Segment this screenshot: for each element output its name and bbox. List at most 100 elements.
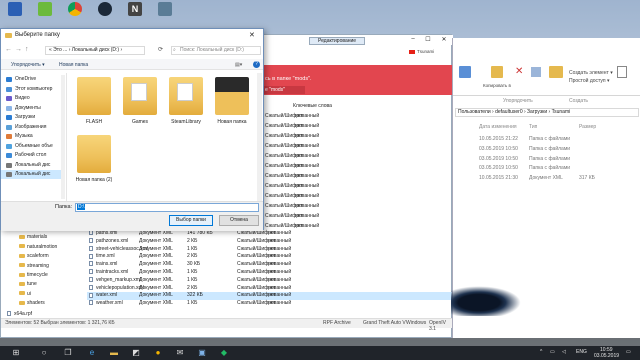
folder-icon[interactable] — [77, 77, 111, 115]
wallpaper-icon[interactable] — [158, 2, 172, 16]
app-icon[interactable]: ◆ — [218, 348, 230, 358]
easy-access-menu[interactable]: Простой доступ ▾ — [569, 78, 610, 84]
properties-icon[interactable] — [617, 66, 627, 78]
folder-field[interactable] — [75, 203, 259, 212]
tab-edit[interactable]: Редактирование — [309, 37, 365, 45]
banner-button[interactable]: е "mods" — [263, 86, 305, 94]
table-row[interactable]: 03.05.2019 10:50 Папка с файлами — [453, 165, 640, 173]
table-row[interactable]: 10.05.2015 21:22 Папка с файлами — [453, 136, 640, 144]
tree-item[interactable]: OneDrive — [1, 75, 63, 84]
table-row[interactable]: Сжатый/Шифрованный нет — [263, 143, 453, 151]
tree-item[interactable]: Локальный дис — [1, 170, 63, 179]
copy-to-icon[interactable] — [491, 66, 503, 78]
up-button[interactable]: ↑ — [25, 46, 29, 53]
tree-item[interactable]: Этот компьютер — [1, 85, 63, 94]
chrome-icon[interactable] — [68, 2, 82, 16]
network-icon[interactable]: ▭ — [550, 349, 555, 355]
view-options-icon[interactable]: ▤▾ — [235, 62, 242, 68]
tree-item[interactable]: Рабочий стол — [1, 151, 63, 160]
table-row[interactable]: vehgen_markup.xml Документ XML 1 КБ Сжатый/… — [87, 277, 453, 285]
column-type[interactable]: Тип — [529, 124, 537, 130]
tree-item[interactable]: Загрузки — [1, 113, 63, 122]
folder-icon[interactable] — [215, 77, 249, 115]
table-row[interactable]: Сжатый/Шифрованный нет — [263, 123, 453, 131]
notifications-icon[interactable]: ▭ — [626, 349, 631, 355]
tree-item[interactable]: materials — [19, 234, 89, 242]
tree-item[interactable]: Документы — [1, 104, 63, 113]
folder-icon[interactable] — [169, 77, 203, 115]
vegas-icon[interactable]: N — [128, 2, 142, 16]
table-row[interactable]: Сжатый/Шифрованный нет — [263, 163, 453, 171]
edge-icon[interactable]: e — [86, 348, 98, 358]
clock-date[interactable]: 03.05.2019 — [594, 353, 619, 359]
table-row[interactable]: paths.xml Документ XML 141 780 КБ Сжатый/Ши… — [87, 230, 453, 238]
table-row[interactable]: trains.xml Документ XML 30 КБ Сжатый/Шифров… — [87, 261, 453, 269]
maximize-button[interactable]: ☐ — [421, 36, 435, 44]
folder-icon[interactable] — [77, 135, 111, 173]
explorer-icon[interactable]: ▬ — [108, 348, 120, 358]
tree-item[interactable]: shaders — [19, 300, 89, 308]
search-icon[interactable]: ○ — [38, 348, 50, 358]
start-button[interactable]: ⊞ — [10, 348, 22, 358]
cancel-button[interactable]: Отмена — [219, 215, 259, 226]
dialog-close-button[interactable]: ✕ — [249, 31, 255, 39]
tree-item[interactable]: Видео — [1, 94, 63, 103]
address-bar[interactable]: Пользователи › defaultuser0 › Загрузки ›… — [455, 108, 639, 117]
new-folder-button[interactable]: Новая папка — [59, 62, 88, 68]
tray-arrow-icon[interactable]: ^ — [540, 349, 542, 355]
openiv-icon[interactable]: ▣ — [196, 348, 208, 358]
tree-item[interactable]: timecycle — [19, 272, 89, 280]
table-row[interactable]: 03.05.2019 10:50 Папка с файлами — [453, 146, 640, 154]
move-icon[interactable] — [459, 66, 471, 78]
table-row[interactable]: Сжатый/Шифрованный нет — [263, 193, 453, 201]
column-date[interactable]: Дата изменения — [479, 124, 517, 130]
tree-item[interactable]: streaming — [19, 263, 89, 271]
tree-scrollbar[interactable] — [61, 75, 65, 199]
table-row[interactable]: traintracks.xml Документ XML 1 КБ Сжатый/Ши… — [87, 269, 453, 277]
table-row[interactable]: Сжатый/Шифрованный нет — [263, 113, 453, 121]
task-view-icon[interactable]: ❐ — [62, 348, 74, 358]
organize-button[interactable]: Упорядочить ▾ — [11, 62, 45, 68]
language-indicator[interactable]: ENG — [576, 349, 587, 355]
volume-icon[interactable]: ◁ — [562, 349, 566, 355]
table-row[interactable]: Сжатый/Шифрованный нет — [263, 153, 453, 161]
table-row[interactable]: Сжатый/Шифрованный нет — [263, 173, 453, 181]
utorrent-icon[interactable] — [38, 2, 52, 16]
store-icon[interactable]: ◩ — [130, 348, 142, 358]
delete-icon[interactable]: ✕ — [515, 67, 523, 77]
table-row[interactable]: pathzones.xml Документ XML 2 КБ Сжатый/Шифр… — [87, 238, 453, 246]
table-row[interactable]: Сжатый/Шифрованный нет — [263, 133, 453, 141]
search-input[interactable]: Поиск: Локальный диск (D:) — [171, 46, 261, 55]
table-row[interactable]: weather.xml Документ XML 1 КБ Сжатый/Шифров… — [87, 300, 453, 308]
back-button[interactable]: ← — [5, 46, 12, 53]
rename-icon[interactable] — [531, 67, 541, 77]
table-row[interactable]: Сжатый/Шифрованный нет — [263, 213, 453, 221]
tree-item-x64a[interactable]: x64a.rpf — [7, 311, 32, 317]
table-row[interactable]: 10.05.2015 21:30 Документ XML 317 КБ — [453, 175, 640, 183]
tree-item[interactable]: tune — [19, 281, 89, 289]
table-row[interactable]: time.xml Документ XML 2 КБ Сжатый/Шифрованн… — [87, 253, 453, 261]
tree-item[interactable]: naturalmotion — [19, 244, 89, 252]
refresh-icon[interactable]: ⟳ — [158, 46, 163, 53]
word-icon[interactable] — [8, 2, 22, 16]
chrome-taskbar-icon[interactable]: ● — [152, 348, 164, 358]
tree-item[interactable]: scaleform — [19, 253, 89, 261]
breadcrumb[interactable]: « Это ... › Локальный диск (D:) › — [45, 46, 145, 55]
grid-scrollbar[interactable] — [257, 73, 262, 201]
minimize-button[interactable]: – — [406, 36, 420, 44]
tree-item[interactable]: Изображения — [1, 123, 63, 132]
column-size[interactable]: Размер — [579, 124, 596, 130]
table-row[interactable]: Сжатый/Шифрованный нет — [263, 203, 453, 211]
steam-icon[interactable] — [98, 2, 112, 16]
table-row[interactable]: water.xml Документ XML 322 КБ Сжатый/Шифров… — [87, 292, 453, 300]
new-item-menu[interactable]: Создать элемент ▾ — [569, 70, 613, 76]
tree-item[interactable]: Объемные объе — [1, 142, 63, 151]
tree-item[interactable]: Локальный дис — [1, 161, 63, 170]
tree-item[interactable]: ui — [19, 291, 89, 299]
folder-icon[interactable] — [123, 77, 157, 115]
help-icon[interactable]: ? — [253, 61, 260, 68]
select-folder-button[interactable]: Выбор папки — [169, 215, 213, 226]
mail-icon[interactable]: ✉ — [174, 348, 186, 358]
new-folder-icon[interactable] — [549, 66, 563, 78]
tree-item[interactable]: Музыка — [1, 132, 63, 141]
